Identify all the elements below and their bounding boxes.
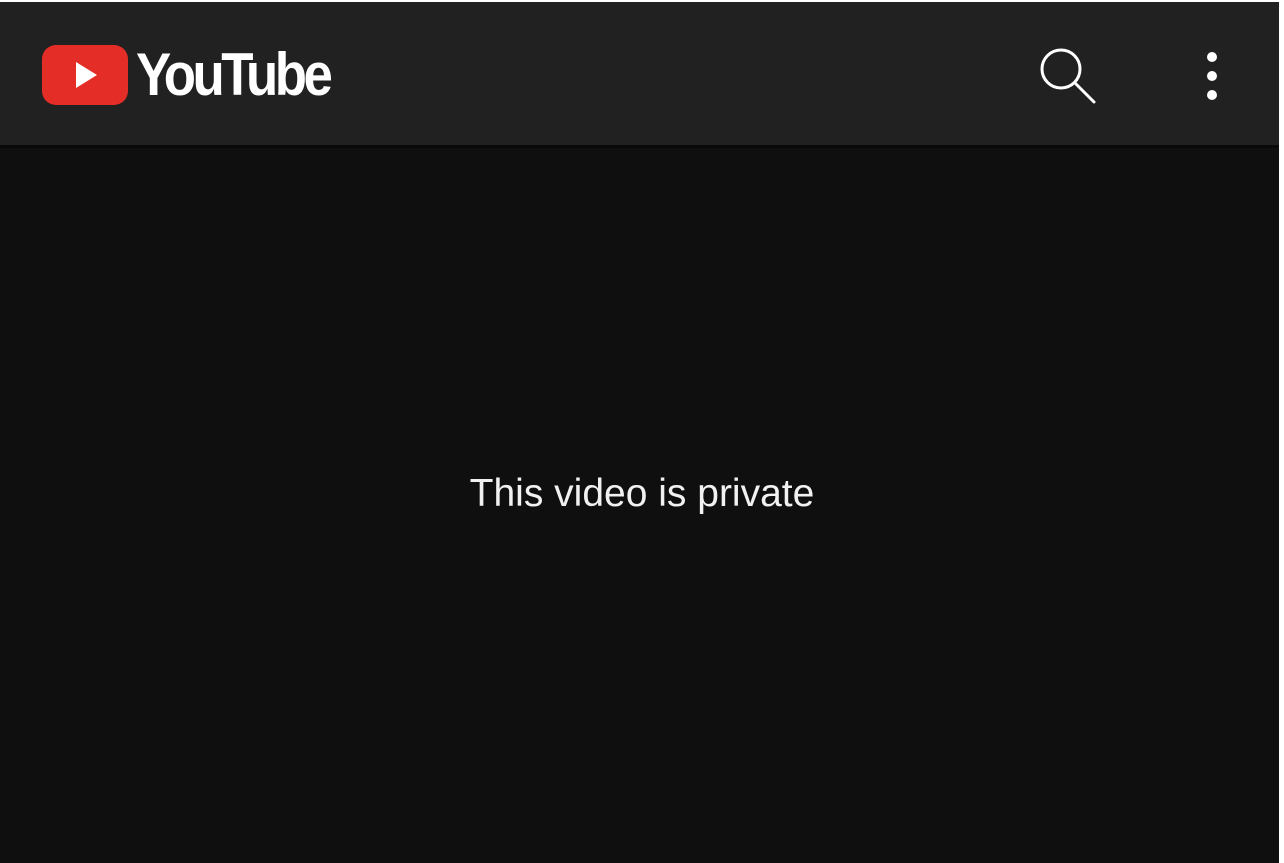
- private-video-message: This video is private: [469, 472, 815, 515]
- more-vertical-icon: [1207, 52, 1217, 100]
- youtube-page: YouTube This video is private: [0, 0, 1284, 863]
- youtube-logo-link[interactable]: YouTube: [42, 44, 356, 106]
- more-options-button[interactable]: [1186, 46, 1238, 106]
- top-app-bar: YouTube: [0, 2, 1279, 145]
- youtube-wordmark: YouTube: [136, 41, 333, 108]
- search-icon: [1040, 48, 1096, 104]
- search-button[interactable]: [1034, 42, 1100, 108]
- youtube-play-icon: [42, 45, 128, 105]
